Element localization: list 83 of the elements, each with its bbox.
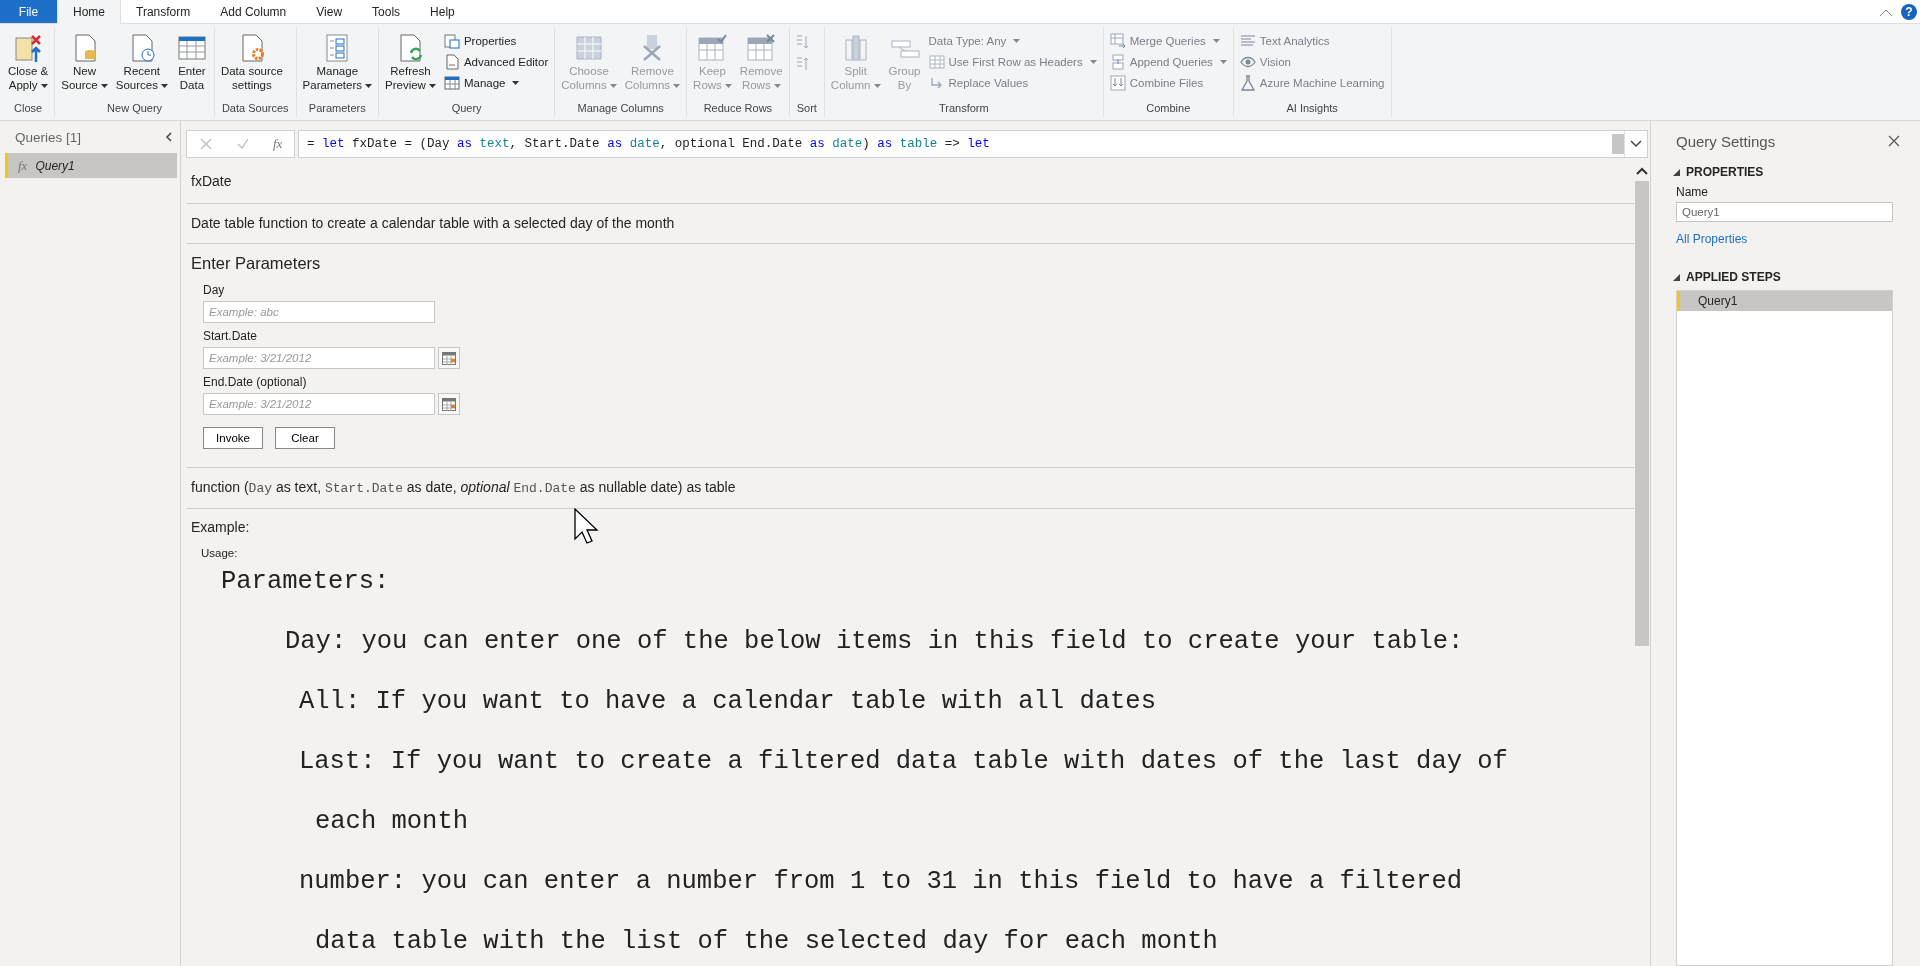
parameter-label: Start.Date — [203, 329, 259, 343]
query-item[interactable]: fx Query1 — [5, 153, 177, 178]
formula-field[interactable]: = let fxDate = (Day as text, Start.Date as date, optional End.Date as date) as table => let — [298, 130, 1648, 158]
field-label: Name — [1676, 185, 1709, 199]
ribbon-button[interactable]: Manage — [440, 73, 552, 93]
parameter-label: End.Date (optional) — [203, 375, 308, 389]
panel-title: Query Settings — [1676, 132, 1776, 150]
scroll-thumb[interactable] — [1612, 134, 1624, 154]
chevron-down-icon[interactable] — [1630, 140, 1642, 148]
ribbon-button[interactable]: Refresh Preview — [382, 30, 439, 100]
group-label: Manage Columns — [576, 101, 665, 116]
help-button[interactable]: ? — [1901, 3, 1917, 20]
ribbon-button[interactable]: Advanced Editor — [440, 52, 552, 72]
sort-ascending-icon — [794, 34, 809, 50]
group-label: Query — [450, 101, 483, 116]
close-icon — [1888, 135, 1900, 147]
calendar-button[interactable] — [438, 347, 460, 369]
section-title: Enter Parameters — [191, 254, 322, 273]
ribbon-button[interactable]: Enter Data — [172, 30, 211, 100]
append-icon — [1109, 54, 1126, 70]
triangle-icon — [1673, 168, 1680, 176]
group-label: Data Sources — [220, 101, 290, 116]
parameter-label: Day — [203, 283, 226, 297]
usage-text: number: you can enter a number from 1 to 31 in this field to have a filtered — [298, 867, 1462, 897]
usage-text: All: If you want to have a calendar table with all dates — [298, 687, 1156, 717]
action-button[interactable]: Clear — [275, 427, 335, 449]
function-signature: function (Day as text, Start.Date as date, optional End.Date as nullable date) as table — [191, 479, 737, 496]
panel-title: Queries [1] — [15, 129, 82, 145]
parameter-field[interactable]: Example: abc — [203, 301, 435, 323]
formula-text: = let fxDate = (Day as text, Start.Date as date, optional End.Date as date) as table => let — [307, 137, 990, 151]
function-description: Date table function to create a calendar table with a selected day of the month — [191, 215, 676, 231]
document-icon — [443, 54, 460, 70]
merge-icon — [1109, 33, 1126, 49]
group-label: Sort — [795, 101, 818, 116]
usage-text: data table with the list of the selected day for each month — [314, 927, 1218, 957]
ribbon-button[interactable]: New Source — [58, 30, 111, 100]
triangle-icon — [1673, 273, 1680, 281]
all-properties-link[interactable]: All Properties — [1676, 232, 1748, 246]
remove-rows-icon — [745, 32, 778, 64]
ribbon-button[interactable]: Data source settings — [217, 30, 286, 100]
group-label: AI Insights — [1285, 101, 1339, 116]
section-title: APPLIED STEPS — [1686, 270, 1781, 284]
table-icon — [443, 75, 460, 91]
flask-icon — [1239, 75, 1256, 91]
mouse-cursor-icon — [574, 508, 600, 544]
parameter-field[interactable]: Example: 3/21/2012 — [203, 347, 435, 369]
collapse-icon — [164, 131, 174, 143]
group-label: Close — [13, 101, 44, 116]
table-header-icon — [928, 54, 945, 70]
combine-files-icon — [1109, 75, 1126, 91]
ribbon-tab[interactable]: File — [0, 0, 57, 23]
keep-rows-icon — [696, 32, 729, 64]
properties-icon — [443, 33, 460, 49]
check-icon — [235, 137, 250, 151]
section-title: PROPERTIES — [1686, 165, 1764, 179]
calendar-button[interactable] — [438, 393, 460, 415]
ribbon-button[interactable]: Manage Parameters — [299, 30, 375, 100]
action-button[interactable]: Invoke — [203, 427, 263, 449]
chevron-up-icon[interactable] — [1636, 167, 1648, 175]
group-label: Transform — [937, 101, 990, 116]
step-item[interactable]: Query1 — [1677, 291, 1892, 311]
parameter-field[interactable]: Example: 3/21/2012 — [203, 393, 435, 415]
usage-text: each month — [314, 807, 469, 837]
usage-text: Parameters: — [220, 567, 390, 597]
ribbon-button[interactable]: Properties — [440, 31, 552, 51]
eye-icon — [1239, 54, 1256, 70]
sort-descending-icon — [794, 56, 809, 72]
group-label: Combine — [1145, 101, 1192, 116]
group-label: Reduce Rows — [702, 101, 774, 116]
ribbon-button[interactable]: Recent Sources — [112, 30, 171, 100]
group-label: New Query — [106, 101, 164, 116]
name-field[interactable]: Query1 — [1676, 202, 1893, 222]
ribbon-tab[interactable]: Home — [57, 0, 121, 24]
formula-buttons: fx — [186, 130, 295, 158]
section-title: Example: — [191, 519, 251, 535]
function-name: fxDate — [191, 173, 233, 189]
ribbon-button[interactable]: Close & Apply — [5, 30, 52, 100]
lines-icon — [1239, 33, 1256, 49]
usage-text: Last: If you want to create a filtered data table with dates of the last day of — [298, 747, 1508, 777]
close-icon — [198, 137, 213, 151]
usage-label: Usage: — [201, 547, 239, 559]
usage-text: Day: you can enter one of the below items in this field to create your table: — [284, 627, 1464, 657]
group-label: Parameters — [307, 101, 367, 116]
